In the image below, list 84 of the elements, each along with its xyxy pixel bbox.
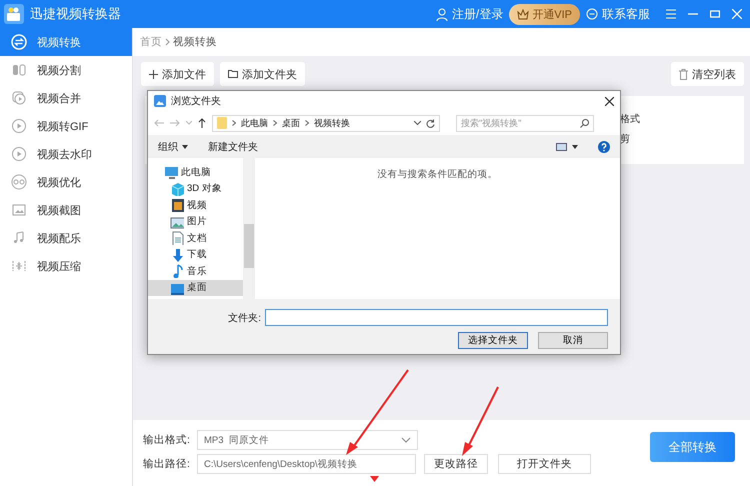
empty-message: 没有与搜索条件匹配的项。 — [376, 168, 498, 182]
folder-label: 文件夹: — [228, 312, 261, 324]
user-icon — [436, 8, 448, 20]
folder-tree-item[interactable]: 桌面 — [148, 280, 243, 296]
sidebar-item[interactable]: 视频压缩 — [0, 252, 132, 280]
chevron-icon — [232, 120, 236, 126]
sidebar-item[interactable]: 视频转GIF — [0, 112, 132, 140]
close-icon[interactable] — [605, 96, 614, 106]
breadcrumb-item: 视频转换 — [173, 35, 217, 49]
clear-list-button[interactable]: 清空列表 — [671, 62, 744, 86]
cube-icon — [170, 182, 184, 196]
chat-bubble-icon — [586, 8, 598, 20]
download-arrow-icon — [170, 248, 184, 262]
up-arrow-icon[interactable] — [198, 118, 206, 128]
folder-tree-item[interactable]: 文档 — [148, 230, 243, 246]
cancel-button[interactable]: 取消 — [538, 332, 608, 349]
folder-tree-item[interactable]: 下载 — [148, 246, 243, 263]
refresh-icon — [426, 118, 435, 128]
add-folder-button[interactable]: 添加文件夹 — [220, 62, 305, 86]
chevron-down-icon — [401, 437, 411, 443]
film-reel-icon — [11, 174, 27, 190]
sidebar-item[interactable]: 视频分割 — [0, 56, 132, 84]
maximize-icon[interactable] — [710, 9, 720, 19]
chevron-icon — [273, 120, 277, 126]
app-title: 迅捷视频转换器 — [30, 5, 121, 23]
compress-icon — [11, 258, 27, 274]
app-logo-icon — [4, 4, 24, 24]
select-folder-button[interactable]: 选择文件夹 — [458, 332, 528, 349]
path-segment[interactable]: 桌面 — [282, 116, 300, 130]
format-dropdown[interactable]: MP3 同原文件 — [197, 430, 418, 450]
address-bar[interactable]: 此电脑 桌面 视频转换 — [212, 114, 440, 132]
sidebar-item[interactable]: 视频优化 — [0, 168, 132, 196]
path-segment[interactable]: 此电脑 — [241, 116, 268, 130]
folder-tree-item[interactable]: 此电脑 — [148, 164, 243, 180]
folder-tree-item[interactable]: 3D 对象 — [148, 180, 243, 197]
annotation-marker — [370, 476, 379, 482]
sidebar-item[interactable]: 视频配乐 — [0, 224, 132, 252]
new-folder-button[interactable]: 新建文件夹 — [208, 140, 258, 154]
folder-picture-icon — [154, 95, 166, 107]
chevron-icon — [165, 38, 170, 46]
path-segment[interactable]: 视频转换 — [314, 116, 350, 130]
chevron-down-icon — [414, 121, 421, 125]
vip-button[interactable]: 开通VIP — [509, 4, 580, 24]
add-file-button[interactable]: 添加文件 — [141, 62, 214, 86]
picture-icon — [170, 214, 184, 229]
view-options-icon[interactable] — [556, 142, 578, 150]
computer-icon — [164, 165, 178, 180]
merge-icon — [11, 90, 27, 106]
gif-icon — [11, 118, 27, 134]
sidebar-item[interactable]: 视频截图 — [0, 196, 132, 224]
image-icon — [11, 202, 27, 218]
folder-name-field[interactable] — [265, 309, 608, 326]
sidebar-item[interactable]: 视频去水印 — [0, 140, 132, 168]
annotation-arrow — [462, 386, 499, 456]
folder-tree-item[interactable]: 音乐 — [148, 263, 243, 280]
sidebar-item[interactable]: 视频合并 — [0, 84, 132, 112]
document-icon — [170, 231, 184, 246]
chevron-icon — [305, 120, 309, 126]
output-path-field[interactable]: C:\Users\cenfeng\Desktop\视频转换 — [197, 454, 416, 474]
organize-menu[interactable]: 组织 — [158, 140, 188, 154]
sidebar-item[interactable]: 视频转换 — [0, 28, 132, 56]
folder-icon — [228, 70, 238, 78]
card-text: 剪 — [620, 132, 631, 146]
menu-icon[interactable] — [666, 9, 676, 19]
split-icon — [11, 62, 27, 78]
format-label: 输出格式: — [143, 433, 191, 447]
plus-icon — [149, 70, 158, 78]
change-path-button[interactable]: 更改路径 — [424, 454, 488, 474]
watermark-icon — [11, 146, 27, 162]
path-label: 输出路径: — [143, 457, 191, 471]
folder-tree-item[interactable]: 图片 — [148, 214, 243, 230]
caret-icon — [182, 144, 188, 148]
film-icon — [170, 198, 184, 212]
help-icon[interactable] — [598, 140, 610, 152]
search-icon — [580, 118, 589, 128]
dialog-title: 浏览文件夹 — [171, 94, 221, 108]
folder-tree-item[interactable]: 视频 — [148, 197, 243, 214]
support-link[interactable]: 联系客服 — [586, 6, 650, 22]
convert-icon — [11, 34, 27, 50]
login-link[interactable]: 注册/登录 — [436, 6, 504, 22]
trash-icon — [679, 68, 688, 80]
crown-icon — [517, 8, 530, 20]
open-folder-button[interactable]: 打开文件夹 — [498, 454, 591, 474]
folder-icon — [217, 117, 227, 129]
